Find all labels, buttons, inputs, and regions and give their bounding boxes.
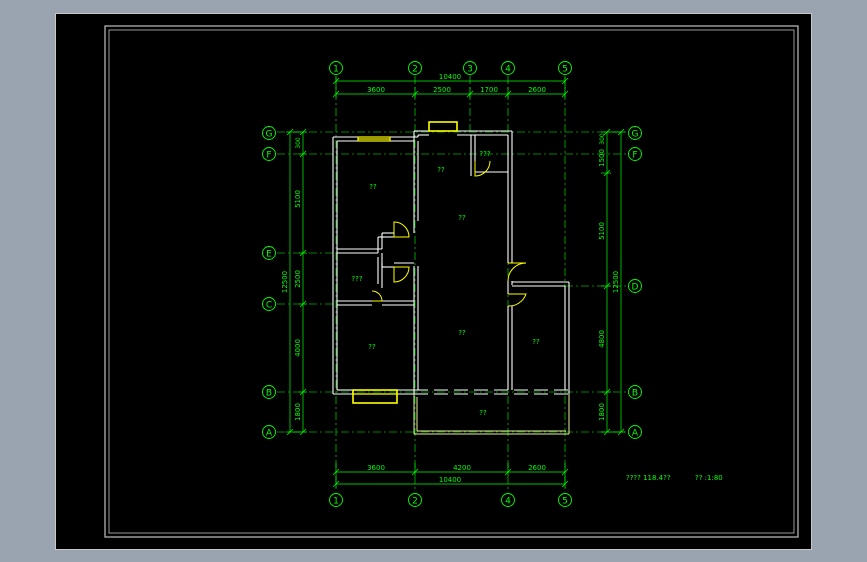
room-toilet-ne: ??? [479, 150, 490, 158]
room-kitchen: ?? [437, 166, 445, 174]
axis-right-d: D [632, 283, 639, 293]
drawing-frame-inner [108, 29, 795, 534]
axis-top-4: 4 [505, 65, 511, 75]
dim-top-seg-2: 2500 [433, 86, 451, 94]
dim-top-seg-4: 2600 [528, 86, 546, 94]
axis-top-2: 2 [412, 65, 418, 75]
axis-top-3: 3 [467, 65, 473, 75]
balcony-outline [413, 394, 570, 435]
dim-right-seg-4: 1800 [598, 403, 606, 421]
room-bedroom-nw: ?? [369, 183, 377, 191]
dim-bottom-seg-2: 4200 [453, 464, 471, 472]
dim-bottom-seg-3: 2600 [528, 464, 546, 472]
axis-left-c: C [266, 301, 272, 311]
room-bedroom-sw: ?? [368, 343, 376, 351]
room-corridor: ?? [458, 214, 466, 222]
cad-viewport[interactable]: 10400 3600 2500 1700 2600 3600 4200 2600… [55, 13, 812, 550]
dim-right-seg-2: 5100 [598, 222, 606, 240]
axis-right-g: G [632, 130, 639, 140]
dim-right-outer: 12500 [612, 271, 620, 293]
room-balcony: ?? [479, 409, 487, 417]
axis-right-f: F [632, 151, 637, 161]
axis-grid [277, 76, 627, 491]
axis-left-f: F [266, 151, 271, 161]
axis-left-b: B [266, 389, 272, 399]
dim-right-seg-3: 4800 [598, 330, 606, 348]
dim-top-total: 10400 [439, 73, 461, 81]
dim-left-top: 300 [295, 137, 302, 149]
room-toilet-w: ??? [351, 275, 362, 283]
drawing-frame-outer [104, 25, 799, 538]
dim-left-outer: 12500 [281, 271, 289, 293]
dim-top-seg-1: 3600 [367, 86, 385, 94]
title-block-name: ???? 118.4?? [626, 474, 671, 482]
axis-left-e: E [266, 250, 272, 260]
dim-bottom-total: 10400 [439, 476, 461, 484]
axis-top-1: 1 [333, 65, 339, 75]
floor-plan-drawing: 10400 3600 2500 1700 2600 3600 4200 2600… [104, 25, 799, 538]
dim-left-seg-2: 2500 [294, 270, 302, 288]
axis-bottom-2: 2 [412, 497, 418, 507]
axis-bubbles [262, 61, 642, 507]
room-living: ?? [458, 329, 466, 337]
axis-right-a: A [632, 429, 639, 439]
axis-right-b: B [632, 389, 638, 399]
room-bedroom-e: ?? [532, 338, 540, 346]
dim-right-seg-1: 1500 [598, 149, 606, 167]
dim-left-seg-3: 4000 [294, 339, 302, 357]
dim-bottom-seg-1: 3600 [367, 464, 385, 472]
walls [332, 130, 570, 395]
axis-bottom-5: 5 [562, 497, 568, 507]
axis-top-5: 5 [562, 65, 568, 75]
axis-left-a: A [266, 429, 273, 439]
title-block-scale: ?? :1:80 [695, 474, 723, 482]
axis-bottom-4: 4 [505, 497, 511, 507]
doors [371, 160, 527, 307]
axis-bottom-1: 1 [333, 497, 339, 507]
dim-left-seg-1: 5100 [294, 190, 302, 208]
axis-left-g: G [266, 130, 273, 140]
dim-top-seg-3: 1700 [480, 86, 498, 94]
dim-left-seg-4: 1800 [294, 403, 302, 421]
dim-right-top: 300 [599, 133, 606, 145]
